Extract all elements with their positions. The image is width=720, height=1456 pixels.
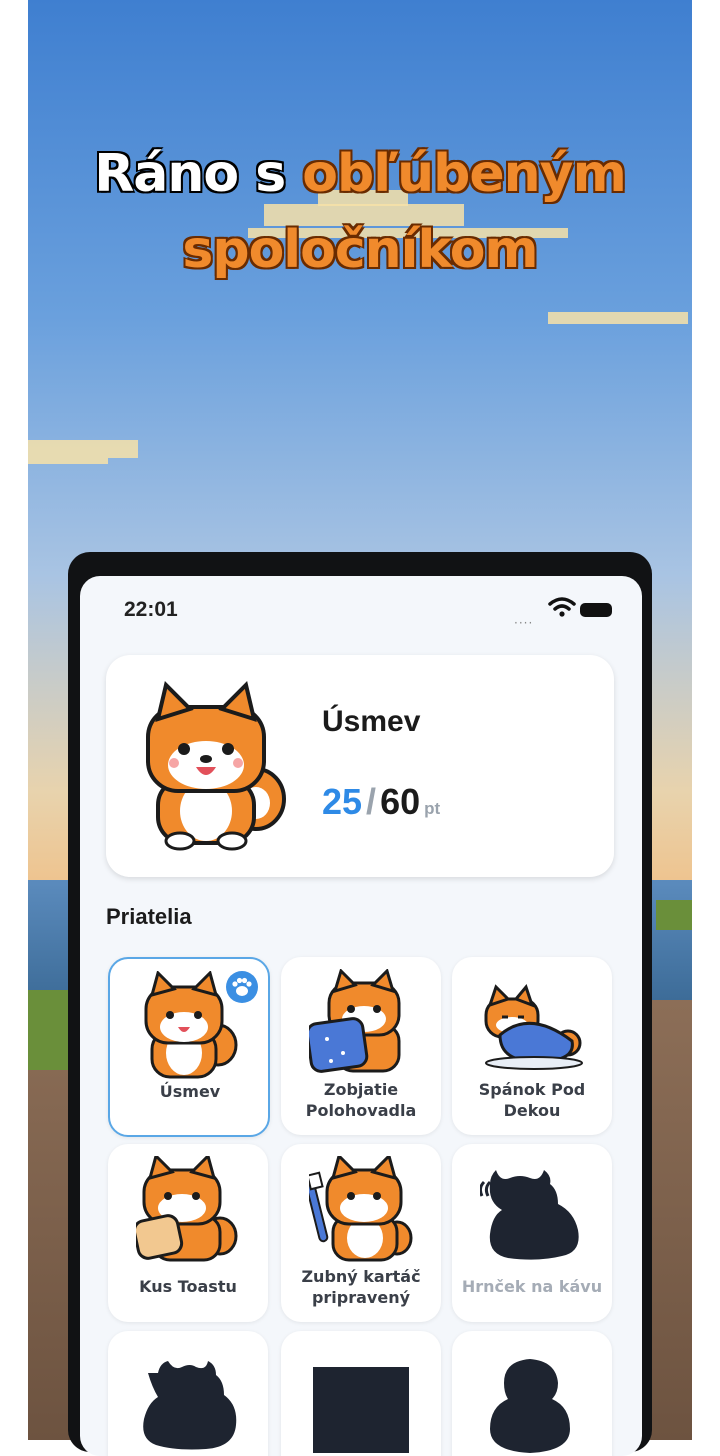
headline-part-3: spoločníkom (182, 220, 538, 280)
friend-card-coffee-mug[interactable]: Hrnček na kávu (452, 1144, 612, 1322)
friend-label: Hrnček na kávu (461, 1277, 603, 1296)
points-current: 25 (322, 781, 363, 822)
friend-card-toothbrush[interactable]: Zubný kartáč pripravený (281, 1144, 441, 1322)
friend-label: Kus Toastu (139, 1277, 237, 1296)
app-screen: 22:01 ···· Úsmev 25 / 60 pt Priatelia Ús… (80, 576, 642, 1456)
points-separator: / (366, 781, 377, 822)
friend-card-locked[interactable] (281, 1331, 441, 1456)
promo-headline: Ráno s obľúbeným spoločníkom (0, 136, 720, 288)
locked-silhouette-icon (313, 1367, 409, 1453)
active-companion-card[interactable]: Úsmev 25/60 pt (106, 655, 614, 877)
shiba-toast-icon (136, 1156, 238, 1262)
friend-card-locked[interactable] (108, 1331, 268, 1456)
points-display: 25/60 pt (322, 781, 440, 823)
friend-label: Spánok Pod Dekou (478, 1080, 586, 1120)
shiba-pillow-icon (309, 969, 401, 1073)
headline-part-2: obľúbeným (302, 144, 626, 204)
locked-silhouette-icon (143, 1361, 237, 1450)
shiba-toothbrush-icon (309, 1156, 413, 1262)
paw-badge-icon (226, 971, 258, 1003)
companion-name: Úsmev (322, 705, 421, 738)
points-max: 60 (380, 781, 421, 822)
friend-card-toast[interactable]: Kus Toastu (108, 1144, 268, 1322)
friend-card-locked[interactable] (452, 1331, 612, 1456)
battery-icon (580, 603, 612, 617)
friend-card-blanket-sleep[interactable]: Spánok Pod Dekou (452, 957, 612, 1135)
friend-label: Zubný kartáč pripravený (301, 1267, 421, 1307)
points-unit: pt (424, 799, 441, 818)
status-bar: 22:01 ···· (80, 576, 642, 646)
wifi-icon (548, 597, 576, 617)
status-time: 22:01 (124, 598, 178, 621)
friend-label: Úsmev (159, 1082, 221, 1101)
signal-icon: ···· (514, 616, 534, 630)
friends-section-title: Priatelia (106, 904, 192, 929)
headline-part-1: Ráno s (94, 144, 286, 204)
friend-card-pillow-hug[interactable]: Zobjatie Polohovadla (281, 957, 441, 1135)
shiba-blanket-icon (484, 983, 583, 1070)
locked-silhouette-icon (480, 1170, 579, 1260)
friend-label: Zobjatie Polohovadla (305, 1080, 417, 1120)
friend-card-smile[interactable]: Úsmev (108, 957, 270, 1137)
locked-silhouette-icon (490, 1359, 570, 1453)
shiba-smile-illustration (146, 681, 286, 851)
